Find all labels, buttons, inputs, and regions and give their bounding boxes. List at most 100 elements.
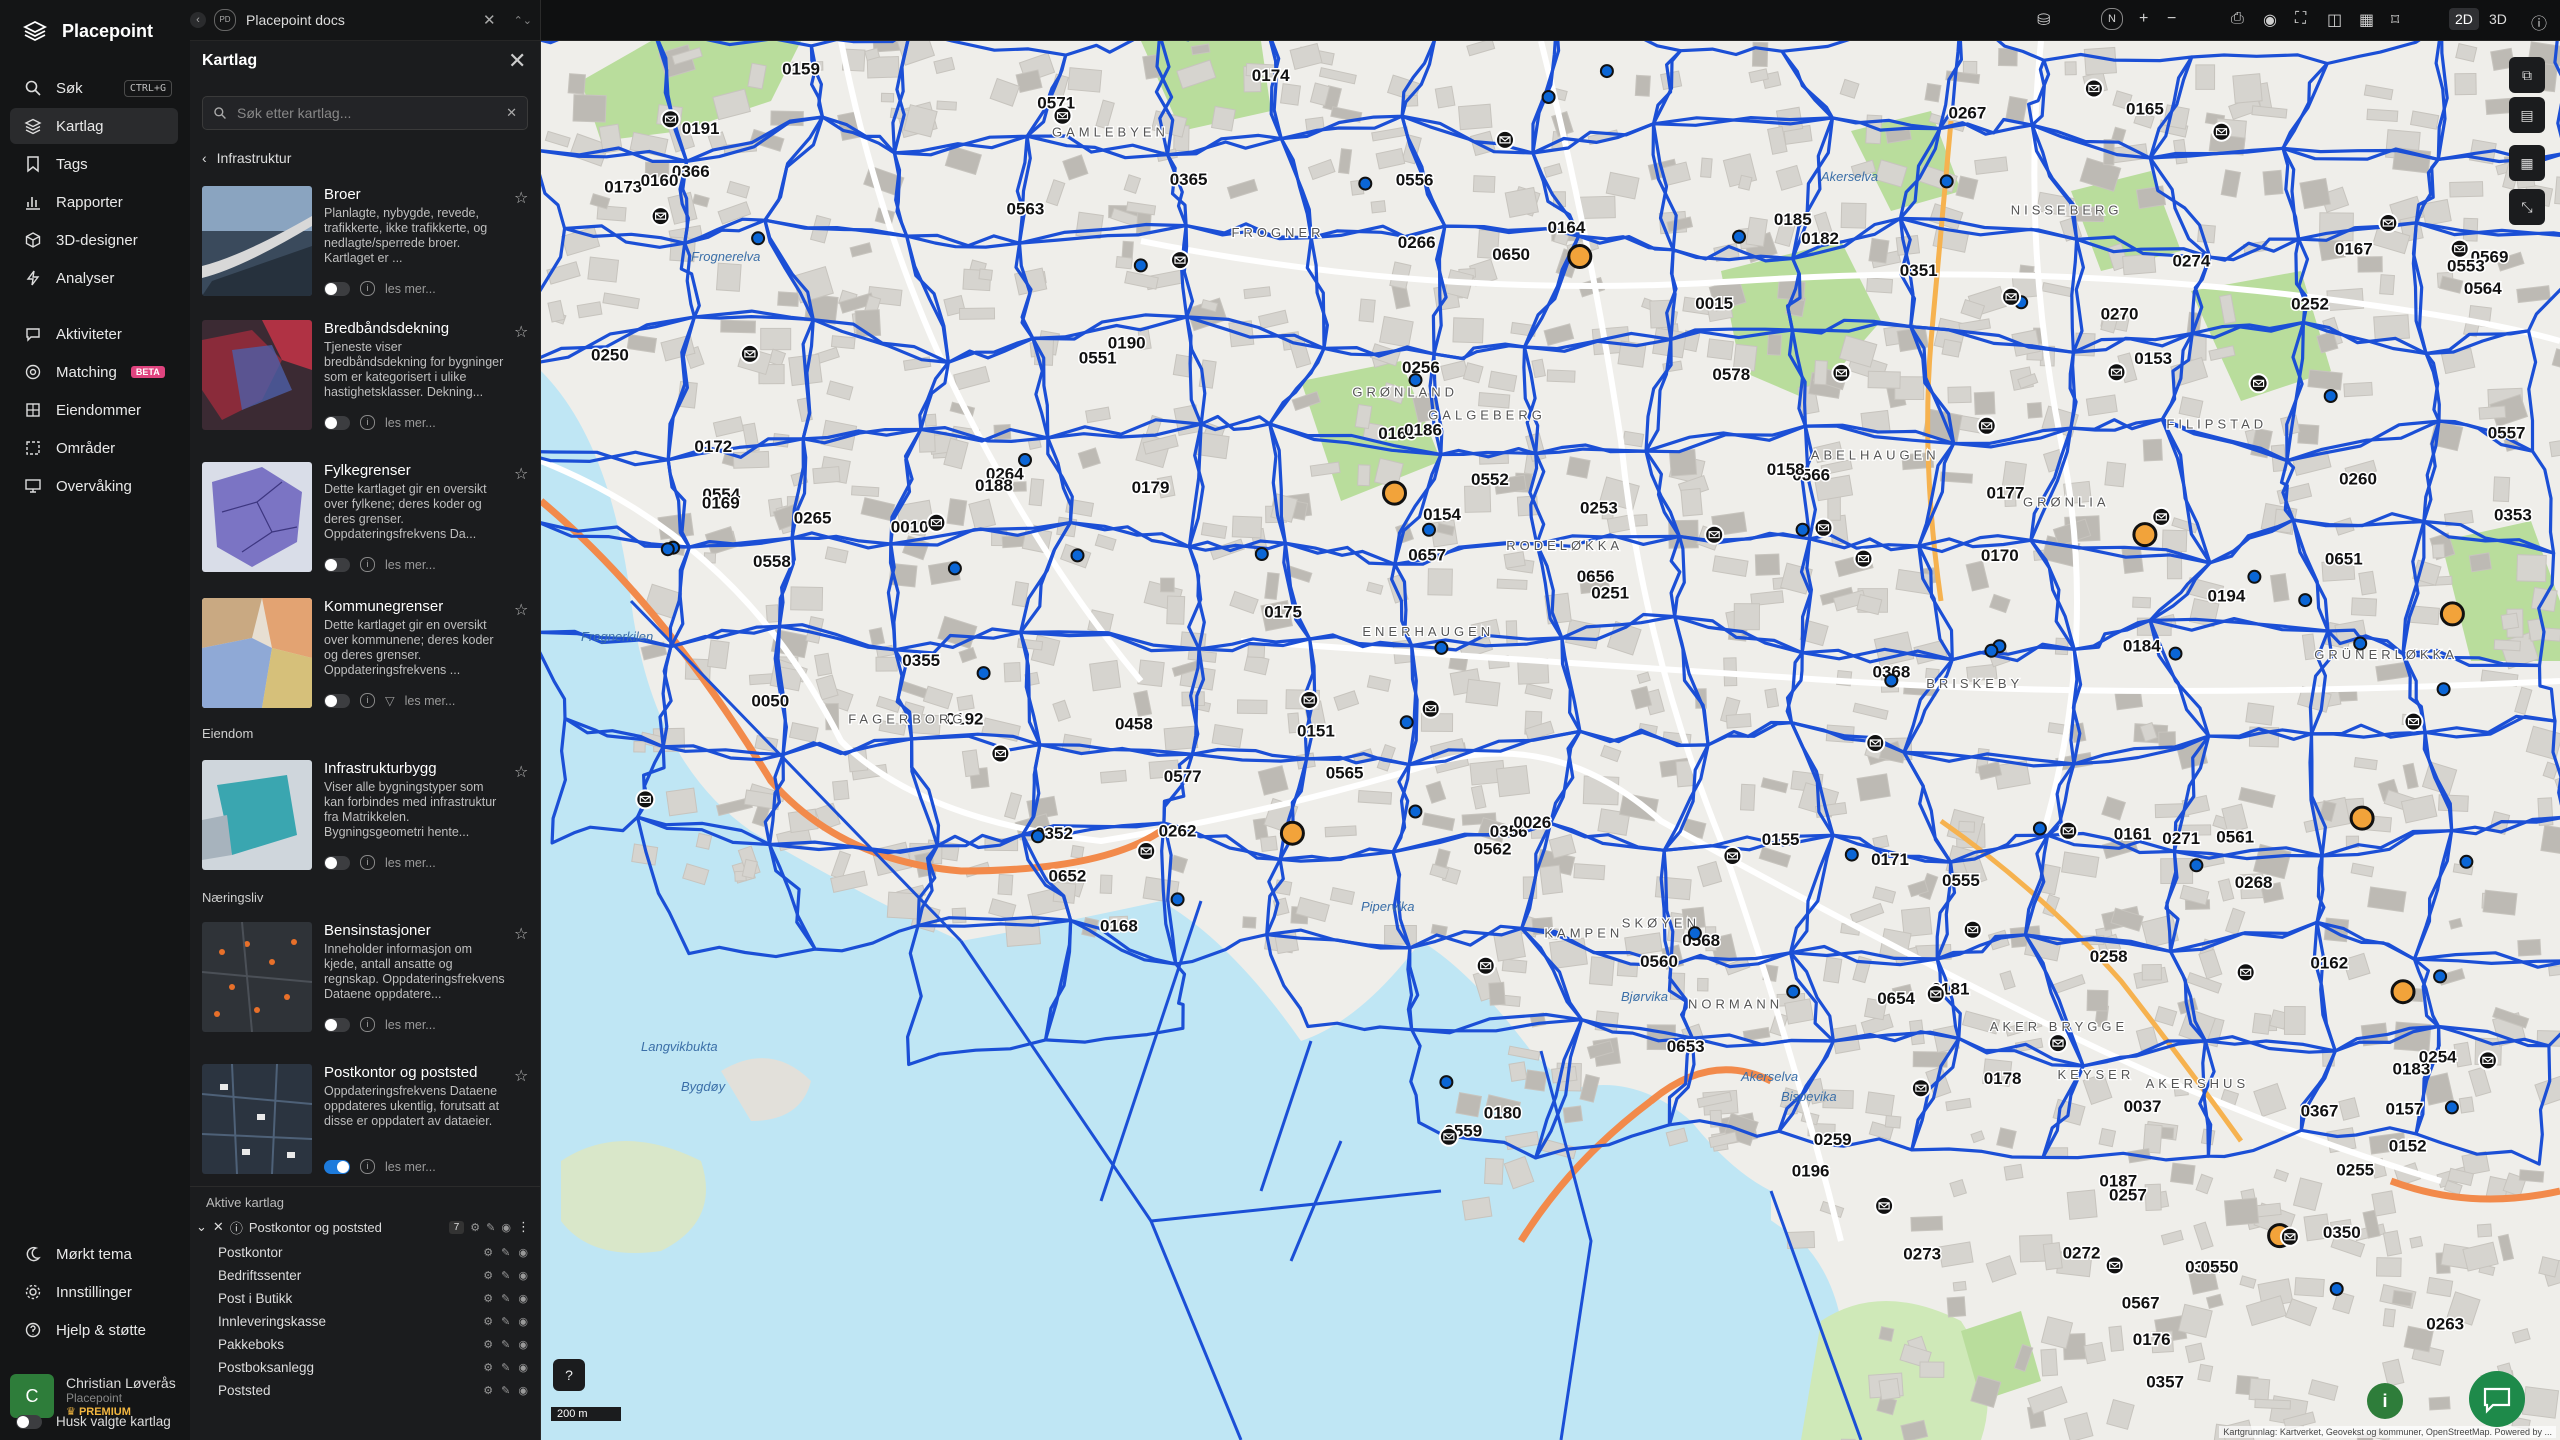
- mailbox-marker[interactable]: [1925, 984, 1946, 1004]
- favorite-star-icon[interactable]: ☆: [514, 188, 528, 208]
- active-sublayer[interactable]: Pakkeboks ⚙ ✎ ◉: [218, 1333, 528, 1355]
- visibility-icon[interactable]: ◉: [518, 1269, 528, 1282]
- zoom-in-icon[interactable]: +: [2139, 10, 2148, 28]
- edit-icon[interactable]: ✎: [501, 1292, 510, 1305]
- favorite-star-icon[interactable]: ☆: [514, 600, 528, 620]
- map-svg[interactable]: 03680366 03650458056902740367035603540173…: [541, 41, 2560, 1440]
- info-icon[interactable]: i: [360, 855, 375, 870]
- layer-toggle[interactable]: [324, 281, 350, 296]
- mailbox-marker[interactable]: [1704, 524, 1725, 545]
- layer-card-counties[interactable]: Fylkegrenser Dette kartlaget gir en over…: [202, 462, 532, 574]
- edit-icon[interactable]: ✎: [501, 1269, 510, 1282]
- eye-icon[interactable]: ◉: [2263, 10, 2277, 30]
- mailbox-marker[interactable]: [2449, 238, 2470, 259]
- layer-card-broadband[interactable]: Bredbåndsdekning Tjeneste viser bredbånd…: [202, 320, 532, 432]
- remove-icon[interactable]: ✕: [213, 1219, 224, 1235]
- mailbox-marker[interactable]: [2048, 1033, 2068, 1054]
- edit-icon[interactable]: ✎: [486, 1221, 495, 1234]
- active-sublayer[interactable]: Postboksanlegg ⚙ ✎ ◉: [218, 1356, 528, 1378]
- mailbox-marker[interactable]: [1853, 548, 1874, 569]
- north-compass-button[interactable]: N: [2101, 8, 2123, 30]
- nav-item-3d-designer[interactable]: 3D-designer: [10, 222, 178, 258]
- edit-icon[interactable]: ✎: [501, 1246, 510, 1259]
- layers-stack-icon[interactable]: ⛁: [2037, 10, 2050, 30]
- parcel-locker-marker[interactable]: [1279, 820, 1305, 846]
- breadcrumb[interactable]: ‹ Infrastruktur: [202, 150, 291, 166]
- mailbox-marker[interactable]: [1438, 1126, 1459, 1147]
- mailbox-marker[interactable]: [1420, 698, 1441, 719]
- layer-card-post-offices[interactable]: Postkontor og poststed Oppdateringsfrekv…: [202, 1064, 532, 1176]
- visibility-icon[interactable]: ◉: [518, 1361, 528, 1374]
- remember-toggle[interactable]: [16, 1414, 42, 1429]
- mailbox-marker[interactable]: [2279, 1226, 2300, 1247]
- mailbox-marker[interactable]: [2403, 711, 2424, 732]
- visibility-icon[interactable]: ◉: [518, 1292, 528, 1305]
- favorite-star-icon[interactable]: ☆: [514, 322, 528, 342]
- map-tool-chart[interactable]: ▦: [2509, 145, 2545, 181]
- info-icon[interactable]: ⓘ: [2531, 10, 2547, 34]
- nav-item-activities[interactable]: Aktiviteter: [10, 316, 178, 352]
- post-office-marker[interactable]: [1254, 547, 1269, 561]
- read-more-link[interactable]: les mer...: [385, 416, 436, 430]
- settings-icon[interactable]: ⚙: [483, 1315, 493, 1328]
- mailbox-marker[interactable]: [1910, 1078, 1931, 1099]
- parcel-locker-marker[interactable]: [1567, 244, 1593, 269]
- layer-card-infrastructure-buildings[interactable]: Infrastrukturbygg Viser alle bygningstyp…: [202, 760, 532, 872]
- info-icon[interactable]: i: [360, 1159, 375, 1174]
- mailbox-marker[interactable]: [2477, 1050, 2498, 1071]
- filter-icon[interactable]: ▽: [385, 693, 395, 708]
- parcel-locker-marker[interactable]: [2349, 805, 2375, 831]
- settings-icon[interactable]: ⚙: [470, 1221, 480, 1234]
- close-panel-icon[interactable]: ✕: [508, 48, 526, 74]
- post-office-marker[interactable]: [1422, 522, 1436, 537]
- layer-toggle[interactable]: [324, 1159, 350, 1174]
- post-office-marker[interactable]: [1070, 548, 1085, 563]
- mailbox-marker[interactable]: [1831, 362, 1852, 383]
- post-office-marker[interactable]: [2353, 636, 2368, 651]
- post-office-marker[interactable]: [947, 561, 962, 576]
- read-more-link[interactable]: les mer...: [385, 1018, 436, 1032]
- parcel-locker-marker[interactable]: [2439, 601, 2465, 627]
- info-icon[interactable]: i: [360, 557, 375, 572]
- post-office-marker[interactable]: [1599, 64, 1614, 79]
- mailbox-marker[interactable]: [739, 343, 760, 364]
- read-more-link[interactable]: les mer...: [385, 282, 436, 296]
- edit-icon[interactable]: ✎: [501, 1315, 510, 1328]
- layer-card-bridges[interactable]: Broer Planlagte, nybygde, revede, trafik…: [202, 186, 532, 298]
- map-tool-layers[interactable]: ⧉: [2509, 57, 2545, 93]
- post-office-marker[interactable]: [2459, 854, 2474, 869]
- post-office-marker[interactable]: [1439, 1075, 1454, 1090]
- post-office-marker[interactable]: [1939, 174, 1954, 189]
- settings-icon[interactable]: ⚙: [483, 1246, 493, 1259]
- settings-icon[interactable]: ⚙: [483, 1384, 493, 1397]
- map-tool-scale[interactable]: ⤡: [2509, 189, 2545, 225]
- post-office-marker[interactable]: [1687, 926, 1702, 941]
- post-office-marker[interactable]: [1786, 984, 1801, 999]
- mailbox-marker[interactable]: [1865, 733, 1886, 753]
- clear-search-icon[interactable]: ✕: [506, 105, 517, 121]
- post-office-marker[interactable]: [976, 666, 991, 681]
- nav-item-areas[interactable]: Områder: [10, 430, 178, 466]
- post-office-marker[interactable]: [751, 231, 766, 246]
- view-2d-button[interactable]: 2D: [2449, 8, 2479, 30]
- layer-toggle[interactable]: [324, 855, 350, 870]
- mailbox-marker[interactable]: [1813, 517, 1834, 538]
- mailbox-marker[interactable]: [2378, 213, 2399, 233]
- mailbox-marker[interactable]: [990, 743, 1011, 764]
- mailbox-marker[interactable]: [2248, 373, 2269, 394]
- nav-item-map-layers[interactable]: Kartlag: [10, 108, 178, 144]
- favorite-star-icon[interactable]: ☆: [514, 464, 528, 484]
- support-chat-button[interactable]: [2469, 1371, 2525, 1427]
- layer-card-municipalities[interactable]: Kommunegrenser Dette kartlaget gir en ov…: [202, 598, 532, 710]
- parcel-locker-marker[interactable]: [2132, 522, 2158, 548]
- post-office-marker[interactable]: [1399, 715, 1414, 730]
- camera-icon[interactable]: ◫: [2327, 10, 2342, 30]
- post-office-marker[interactable]: [1732, 229, 1746, 244]
- layer-card-gas-stations[interactable]: Bensinstasjoner Inneholder informasjon o…: [202, 922, 532, 1034]
- map-info-button[interactable]: i: [2367, 1383, 2403, 1419]
- layer-search-input[interactable]: [235, 104, 499, 122]
- read-more-link[interactable]: les mer...: [385, 558, 436, 572]
- post-office-marker[interactable]: [1434, 640, 1449, 655]
- post-office-marker[interactable]: [1133, 258, 1148, 273]
- grid-view-icon[interactable]: ▦: [2359, 10, 2374, 30]
